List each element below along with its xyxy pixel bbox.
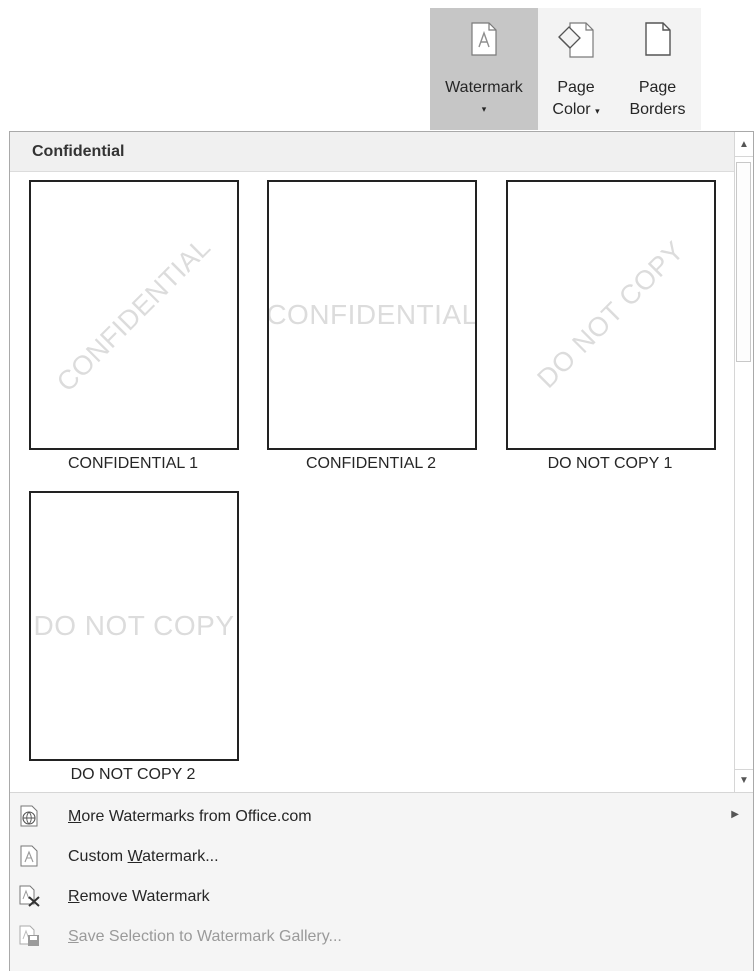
watermark-preview-text: CONFIDENTIAL xyxy=(50,231,217,398)
section-title: Confidential xyxy=(32,143,125,160)
gallery-scrollbar[interactable]: ▲ ▼ xyxy=(734,132,753,792)
watermark-preview-text: DO NOT COPY xyxy=(33,610,235,641)
page-borders-icon xyxy=(644,22,671,56)
gallery-item-label: DO NOT COPY 2 xyxy=(70,766,196,783)
watermark-label: Watermark xyxy=(445,79,523,96)
page-borders-label-line2: Borders xyxy=(629,101,686,118)
menu-item-custom-watermark[interactable]: Custom Watermark... xyxy=(10,839,753,875)
globe-page-icon xyxy=(20,805,38,827)
watermark-page-icon xyxy=(20,845,38,867)
chevron-down-icon: ▾ xyxy=(595,106,600,116)
gallery-section-header: Confidential xyxy=(10,132,735,172)
chevron-down-icon: ▾ xyxy=(481,104,487,114)
gallery-item-label: CONFIDENTIAL 2 xyxy=(305,455,437,472)
watermark-menu: More Watermarks from Office.com ▶ Custom… xyxy=(10,792,753,971)
submenu-arrow-icon: ▶ xyxy=(731,809,739,820)
watermark-icon xyxy=(471,22,497,56)
menu-item-label: More Watermarks from Office.com xyxy=(68,808,312,825)
menu-item-label: Remove Watermark xyxy=(68,888,210,905)
gallery-item-label: DO NOT COPY 1 xyxy=(547,455,673,472)
scroll-up-arrow-icon[interactable]: ▲ xyxy=(735,134,753,157)
scroll-thumb[interactable] xyxy=(736,162,751,362)
ribbon-page-background-group: Watermark ▾ Page Color ▾ Page Borders xyxy=(430,8,701,130)
menu-item-label: Save Selection to Watermark Gallery... xyxy=(68,928,342,945)
page-color-label-line2: Color ▾ xyxy=(552,101,600,118)
watermark-preview: CONFIDENTIAL xyxy=(29,180,239,450)
remove-watermark-icon xyxy=(19,885,40,907)
paint-bucket-page-icon xyxy=(558,22,594,58)
page-color-button[interactable]: Page Color ▾ xyxy=(538,8,614,130)
scroll-down-arrow-icon[interactable]: ▼ xyxy=(735,769,753,792)
watermark-preview-text: DO NOT COPY xyxy=(531,235,690,394)
watermark-button[interactable]: Watermark ▾ xyxy=(430,8,538,130)
watermark-preview: DO NOT COPY xyxy=(29,491,239,761)
gallery-item-label: CONFIDENTIAL 1 xyxy=(67,455,199,472)
page-color-label-line1: Page xyxy=(557,79,595,96)
watermark-dropdown-panel: Confidential ▲ ▼ CONFIDENTIAL CONFIDENTI… xyxy=(9,131,754,971)
page-borders-button[interactable]: Page Borders xyxy=(614,8,701,130)
menu-item-remove-watermark[interactable]: Remove Watermark xyxy=(10,879,753,915)
page-borders-label-line1: Page xyxy=(638,79,677,96)
watermark-preview-text: CONFIDENTIAL xyxy=(267,299,477,330)
watermark-preview: DO NOT COPY xyxy=(506,180,716,450)
menu-item-more-watermarks[interactable]: More Watermarks from Office.com ▶ xyxy=(10,799,753,835)
menu-item-save-selection[interactable]: Save Selection to Watermark Gallery... xyxy=(10,919,753,955)
menu-item-label: Custom Watermark... xyxy=(68,848,219,865)
watermark-preview: CONFIDENTIAL xyxy=(267,180,477,450)
save-to-gallery-icon xyxy=(19,925,39,946)
